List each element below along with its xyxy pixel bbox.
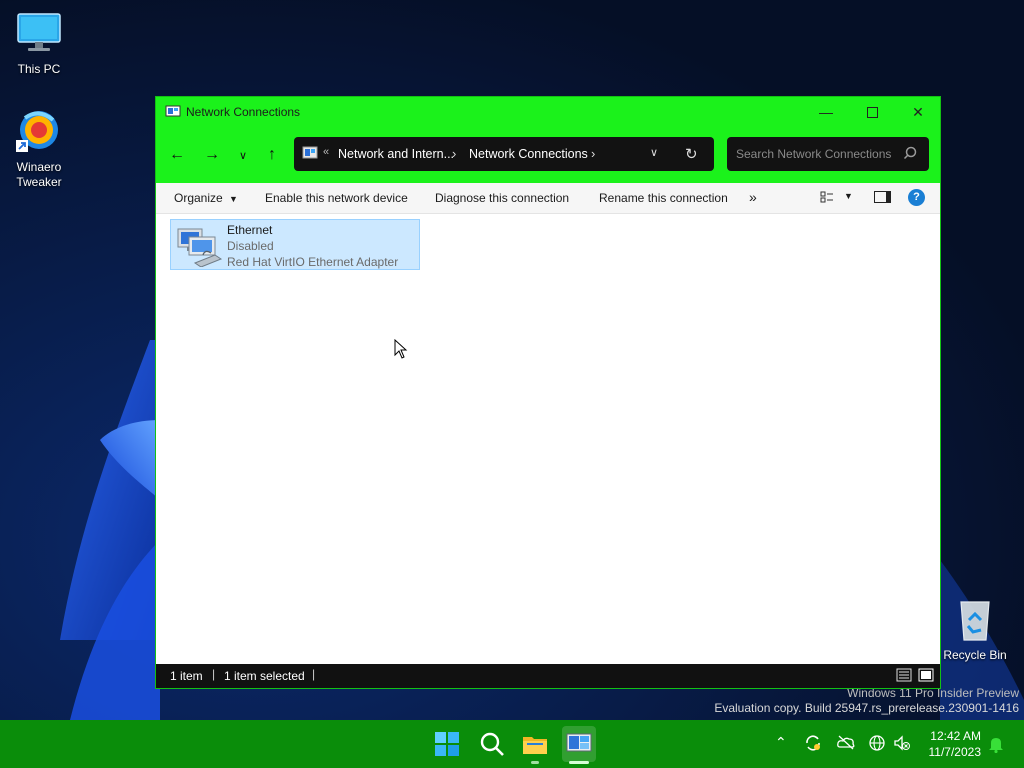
search-icon bbox=[903, 146, 917, 163]
control-panel-icon bbox=[302, 146, 318, 163]
desktop-icon-label: Winaero Tweaker bbox=[16, 160, 62, 189]
search-placeholder: Search Network Connections bbox=[736, 147, 892, 161]
diagnose-connection-button[interactable]: Diagnose this connection bbox=[435, 191, 569, 205]
taskbar: ⌃ 12:42 AM 11/7/2023 bbox=[0, 720, 1024, 768]
view-options-dropdown[interactable]: ▼ bbox=[844, 191, 853, 201]
close-button[interactable]: ✕ bbox=[895, 97, 941, 127]
up-button[interactable]: ↑ bbox=[257, 141, 287, 169]
help-icon: ? bbox=[908, 189, 925, 206]
chevron-down-icon: ∨ bbox=[238, 149, 248, 162]
notification-bell-icon[interactable] bbox=[988, 735, 1004, 756]
breadcrumb-network-and-internet[interactable]: Network and Intern... bbox=[338, 147, 454, 161]
desktop-icon-label: Recycle Bin bbox=[943, 648, 1007, 662]
forward-arrow-icon: → bbox=[204, 146, 220, 163]
chevron-right-icon[interactable]: › bbox=[452, 146, 456, 161]
chevron-right-icon[interactable]: › bbox=[591, 146, 595, 161]
network-globe-icon[interactable] bbox=[868, 734, 886, 755]
address-bar[interactable]: « Network and Intern... › Network Connec… bbox=[294, 137, 714, 171]
winaero-tweaker-icon bbox=[15, 108, 63, 156]
search-icon bbox=[478, 732, 506, 762]
search-box[interactable]: Search Network Connections bbox=[727, 137, 929, 171]
forward-button[interactable]: → bbox=[197, 141, 227, 169]
clock-time: 12:42 AM bbox=[930, 729, 981, 743]
navigation-bar: ← → ∨ ↑ « Network and Intern... › Networ… bbox=[156, 127, 940, 183]
onedrive-offline-icon[interactable] bbox=[836, 734, 856, 753]
search-taskbar-button[interactable] bbox=[478, 730, 506, 758]
preview-pane-button[interactable] bbox=[874, 191, 891, 206]
windows-logo-icon bbox=[433, 732, 461, 762]
start-button[interactable] bbox=[433, 730, 461, 758]
recycle-bin-icon bbox=[951, 596, 999, 644]
file-explorer-button[interactable] bbox=[521, 730, 549, 758]
organize-button[interactable]: Organize ▼ bbox=[174, 191, 238, 205]
network-connections-taskbar-button[interactable] bbox=[562, 726, 596, 762]
change-view-button[interactable] bbox=[820, 190, 834, 207]
network-connections-icon bbox=[566, 732, 592, 759]
back-arrow-icon: ← bbox=[169, 146, 185, 163]
status-separator: | bbox=[312, 667, 316, 681]
adapter-name: Ethernet bbox=[227, 223, 273, 237]
window-title: Network Connections bbox=[186, 105, 301, 119]
watermark-build: Evaluation copy. Build 25947.rs_prerelea… bbox=[714, 701, 1019, 715]
large-icons-view-icon bbox=[918, 668, 934, 685]
network-connections-icon bbox=[165, 105, 181, 122]
status-separator: | bbox=[212, 667, 216, 681]
breadcrumb-network-connections[interactable]: Network Connections bbox=[469, 147, 588, 161]
command-bar: Organize ▼ Enable this network device Di… bbox=[156, 183, 940, 214]
adapter-status: Disabled bbox=[227, 239, 274, 253]
recent-locations-button[interactable]: ∨ bbox=[228, 141, 258, 169]
adapter-device: Red Hat VirtIO Ethernet Adapter bbox=[227, 255, 399, 269]
address-history-dropdown[interactable]: ∨ bbox=[650, 146, 658, 159]
maximize-button[interactable] bbox=[849, 97, 895, 127]
up-arrow-icon: ↑ bbox=[268, 146, 276, 163]
desktop-icon-label: This PC bbox=[17, 62, 61, 76]
minimize-button[interactable]: — bbox=[803, 97, 849, 127]
sync-icon[interactable] bbox=[804, 734, 822, 755]
evaluation-watermark: Windows 11 Pro Insider Preview Evaluatio… bbox=[714, 686, 1019, 716]
active-indicator bbox=[569, 761, 589, 764]
rename-connection-button[interactable]: Rename this connection bbox=[599, 191, 728, 205]
view-icon bbox=[820, 191, 834, 207]
folder-icon bbox=[521, 737, 549, 762]
enable-device-button[interactable]: Enable this network device bbox=[265, 191, 408, 205]
more-commands-button[interactable]: » bbox=[749, 189, 757, 205]
details-view-icon bbox=[896, 668, 912, 685]
connections-list: Ethernet Disabled Red Hat VirtIO Etherne… bbox=[156, 214, 940, 664]
desktop-icon-recycle-bin[interactable]: Recycle Bin bbox=[937, 596, 1013, 663]
mouse-cursor bbox=[394, 339, 408, 359]
desktop-icon-this-pc[interactable]: This PC bbox=[1, 10, 77, 77]
refresh-icon[interactable]: ↻ bbox=[685, 145, 698, 163]
large-icons-view-button[interactable] bbox=[918, 668, 934, 685]
address-overflow[interactable]: « bbox=[323, 146, 329, 158]
details-view-button[interactable] bbox=[896, 668, 912, 685]
minimize-icon: — bbox=[819, 104, 833, 120]
ethernet-adapter-icon bbox=[175, 223, 223, 270]
selected-count: 1 item selected bbox=[224, 669, 305, 683]
desktop-icon-winaero-tweaker[interactable]: Winaero Tweaker bbox=[1, 108, 77, 190]
back-button[interactable]: ← bbox=[162, 141, 192, 169]
close-icon: ✕ bbox=[912, 103, 924, 120]
network-connections-window: Network Connections — ✕ ← → ∨ ↑ « Networ… bbox=[155, 96, 941, 689]
system-clock[interactable]: 12:42 AM 11/7/2023 bbox=[929, 728, 982, 760]
running-indicator bbox=[531, 761, 539, 764]
organize-label: Organize bbox=[174, 191, 223, 205]
maximize-icon bbox=[866, 106, 878, 118]
status-bar: 1 item | 1 item selected | bbox=[156, 664, 940, 688]
monitor-icon bbox=[15, 10, 63, 58]
speaker-muted-icon[interactable] bbox=[893, 734, 911, 755]
clock-date: 11/7/2023 bbox=[928, 745, 982, 759]
network-adapter-item[interactable]: Ethernet Disabled Red Hat VirtIO Etherne… bbox=[170, 219, 420, 270]
preview-pane-icon bbox=[874, 191, 891, 203]
caret-down-icon: ▼ bbox=[229, 194, 238, 204]
show-hidden-icons-chevron[interactable]: ⌃ bbox=[775, 734, 787, 751]
item-count: 1 item bbox=[170, 669, 203, 683]
title-bar[interactable]: Network Connections — ✕ bbox=[156, 97, 940, 127]
help-button[interactable]: ? bbox=[908, 189, 925, 206]
